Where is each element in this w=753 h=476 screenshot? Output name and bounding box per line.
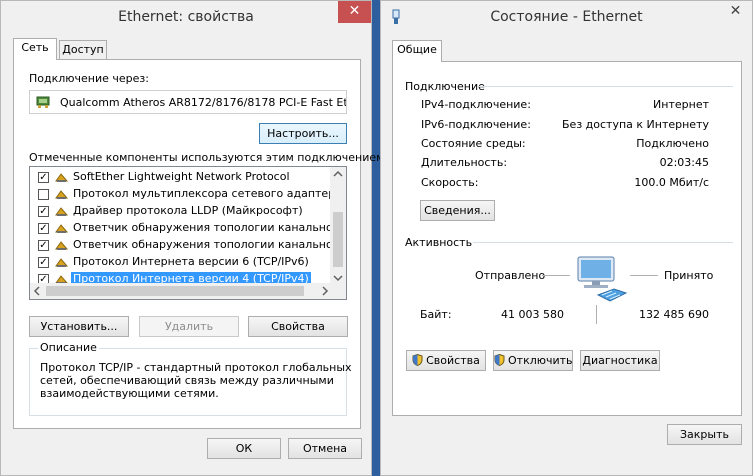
disable-button[interactable]: Отключить bbox=[493, 350, 573, 371]
details-button[interactable]: Сведения... bbox=[420, 200, 495, 221]
tab-sharing[interactable]: Доступ bbox=[59, 40, 107, 60]
window-title: Ethernet: свойства bbox=[118, 9, 254, 25]
list-item[interactable]: Протокол мультиплексора сетевого адаптер… bbox=[30, 186, 346, 203]
speed-label: Скорость: bbox=[421, 176, 479, 189]
shield-icon bbox=[412, 354, 423, 366]
ipv6-label: IPv6-подключение: bbox=[421, 118, 531, 131]
network-adapter-icon bbox=[36, 96, 50, 108]
bytes-label: Байт: bbox=[420, 308, 452, 321]
adapter-name: Qualcomm Atheros AR8172/8176/8178 PCI-E … bbox=[60, 96, 346, 109]
duration-value: 02:03:45 bbox=[659, 156, 709, 169]
scroll-thumb[interactable] bbox=[333, 212, 343, 267]
ipv6-value: Без доступа к Интернету bbox=[562, 118, 709, 131]
vertical-scrollbar[interactable] bbox=[330, 167, 346, 285]
activity-section-title: Активность bbox=[405, 236, 473, 249]
network-computer-icon bbox=[577, 256, 628, 302]
connect-using-label: Подключение через: bbox=[29, 72, 149, 85]
protocol-icon bbox=[55, 207, 68, 216]
components-list[interactable]: ✓ SoftEther Lightweight Network Protocol… bbox=[29, 166, 347, 300]
description-text-line: сетей, обеспечивающий связь между различ… bbox=[40, 374, 334, 387]
connection-section-title: Подключение bbox=[405, 80, 485, 93]
list-item[interactable]: ✓ SoftEther Lightweight Network Protocol bbox=[30, 169, 332, 186]
tab-network-label: Сеть bbox=[21, 41, 49, 54]
received-line bbox=[630, 275, 658, 276]
bytes-received-value: 132 485 690 bbox=[639, 308, 709, 321]
checkbox[interactable] bbox=[38, 189, 49, 200]
ipv4-label: IPv4-подключение: bbox=[421, 98, 531, 111]
titlebar[interactable]: Состояние - Ethernet ✕ bbox=[381, 1, 752, 34]
checkbox[interactable]: ✓ bbox=[38, 223, 49, 234]
protocol-icon bbox=[55, 190, 68, 199]
list-item[interactable]: ✓ Ответчик обнаружения топологии канальн… bbox=[30, 220, 346, 237]
titlebar[interactable]: Ethernet: свойства ✕ bbox=[1, 1, 371, 34]
list-item-label: Драйвер протокола LLDP (Майкрософт) bbox=[73, 204, 303, 217]
sent-line bbox=[542, 275, 570, 276]
sent-label: Отправлено bbox=[475, 269, 546, 282]
media-state-value: Подключено bbox=[636, 137, 709, 150]
tab-network[interactable]: Сеть bbox=[13, 38, 57, 60]
section-divider bbox=[479, 86, 733, 87]
description-title: Описание bbox=[38, 341, 99, 354]
close-icon[interactable]: ✕ bbox=[338, 1, 371, 23]
list-item[interactable]: ✓ Драйвер протокола LLDP (Майкрософт) bbox=[30, 203, 332, 220]
list-item[interactable]: ✓ Протокол Интернета версии 6 (TCP/IPv6) bbox=[30, 254, 332, 271]
tab-general-label: Общие bbox=[397, 43, 437, 56]
scroll-thumb[interactable] bbox=[46, 286, 304, 296]
tab-sharing-label: Доступ bbox=[62, 43, 104, 56]
list-item-label: Протокол Интернета версии 6 (TCP/IPv6) bbox=[73, 255, 309, 268]
list-item[interactable]: ✓ Ответчик обнаружения топологии канальн… bbox=[30, 237, 346, 254]
properties-window: Ethernet: свойства ✕ Сеть Доступ Подключ… bbox=[0, 0, 388, 476]
protocol-icon bbox=[55, 258, 68, 267]
components-label: Отмеченные компоненты используются этим … bbox=[29, 151, 389, 164]
checkbox[interactable]: ✓ bbox=[38, 172, 49, 183]
description-group: Описание Протокол TCP/IP - стандартный п… bbox=[29, 341, 352, 416]
install-button[interactable]: Установить... bbox=[29, 316, 129, 337]
status-window: Состояние - Ethernet ✕ Общие Подключение… bbox=[380, 0, 753, 476]
scroll-left-icon[interactable] bbox=[30, 283, 44, 299]
shield-icon bbox=[494, 354, 505, 366]
window-title: Состояние - Ethernet bbox=[490, 9, 643, 25]
description-text-line: Протокол TCP/IP - стандартный протокол г… bbox=[40, 361, 352, 374]
list-item-label: Ответчик обнаружения топологии канальног… bbox=[73, 238, 347, 251]
close-icon[interactable]: ✕ bbox=[719, 1, 752, 23]
description-text-line: взаимодействующими сетями. bbox=[40, 387, 219, 400]
configure-button[interactable]: Настроить... bbox=[259, 123, 347, 144]
section-divider bbox=[473, 242, 733, 243]
speed-value: 100.0 Мбит/с bbox=[634, 176, 709, 189]
cancel-button[interactable]: Отмена bbox=[288, 438, 362, 459]
list-item-label: Протокол мультиплексора сетевого адаптер… bbox=[73, 187, 347, 200]
properties-button[interactable]: Свойства bbox=[406, 350, 486, 371]
bytes-divider bbox=[596, 305, 597, 324]
received-label: Принято bbox=[664, 269, 714, 282]
properties-button[interactable]: Свойства bbox=[248, 316, 348, 337]
close-button[interactable]: Закрыть bbox=[667, 424, 742, 445]
ipv4-value: Интернет bbox=[653, 98, 709, 111]
scroll-up-icon[interactable] bbox=[330, 167, 346, 181]
bytes-sent-value: 41 003 580 bbox=[501, 308, 564, 321]
remove-button[interactable]: Удалить bbox=[139, 316, 239, 337]
list-item-label: SoftEther Lightweight Network Protocol bbox=[73, 170, 290, 183]
checkbox[interactable]: ✓ bbox=[38, 206, 49, 217]
properties-button-label: Свойства bbox=[426, 354, 480, 367]
checkbox[interactable]: ✓ bbox=[38, 257, 49, 268]
ok-button[interactable]: ОК bbox=[207, 438, 281, 459]
media-state-label: Состояние среды: bbox=[421, 137, 526, 150]
adapter-field: Qualcomm Atheros AR8172/8176/8178 PCI-E … bbox=[29, 90, 347, 114]
horizontal-scrollbar[interactable] bbox=[30, 283, 332, 299]
diagnose-button[interactable]: Диагностика bbox=[580, 350, 660, 371]
duration-label: Длительность: bbox=[421, 156, 508, 169]
protocol-icon bbox=[55, 173, 68, 182]
checkbox[interactable]: ✓ bbox=[38, 240, 49, 251]
disable-button-label: Отключить bbox=[508, 354, 573, 367]
protocol-icon bbox=[55, 224, 68, 233]
scroll-corner bbox=[330, 283, 346, 299]
protocol-icon bbox=[55, 241, 68, 250]
tab-general[interactable]: Общие bbox=[392, 40, 442, 62]
list-item-label: Ответчик обнаружения топологии канальног… bbox=[73, 221, 347, 234]
